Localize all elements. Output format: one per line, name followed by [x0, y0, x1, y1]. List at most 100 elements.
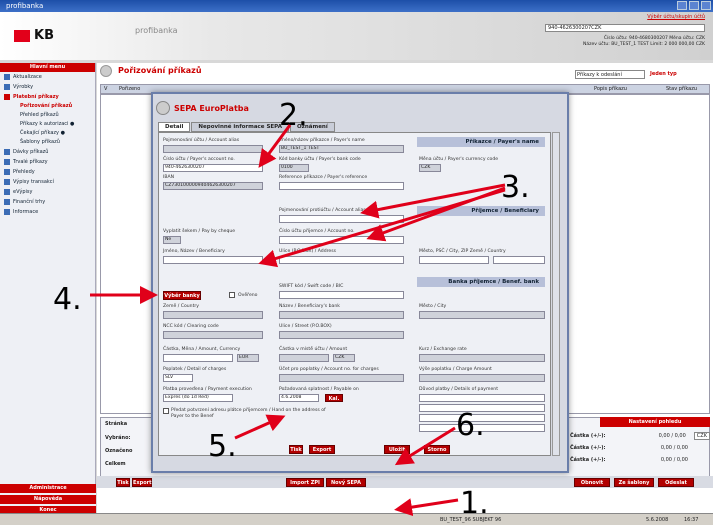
benef-alias-field[interactable] [279, 215, 404, 223]
payer-currency-field[interactable]: CZK [419, 164, 441, 172]
close-icon[interactable] [701, 1, 711, 10]
execution-select[interactable]: Expres (do 1d Red) [163, 394, 233, 402]
sidebar-item-trvale[interactable]: Trvalé příkazy [0, 157, 95, 167]
benef-address-field[interactable] [279, 256, 404, 264]
rate-field[interactable] [419, 354, 545, 362]
payment-details-1[interactable] [419, 394, 545, 402]
charges-account-field[interactable] [279, 374, 404, 382]
dialog-cancel-button[interactable]: Storno [424, 445, 450, 454]
forward-address-checkbox[interactable] [163, 408, 169, 414]
filter-link[interactable]: Jeden typ [650, 71, 677, 77]
account-alias-label: Pojmenování účtu / Account alias [163, 138, 240, 143]
bank-city-label: Město / City [419, 304, 447, 309]
account-info: Výběr účtu/skupin účtů [647, 14, 705, 21]
account-selector-label[interactable]: Výběr účtu/skupin účtů [647, 14, 705, 21]
sidebar-item-financni-trhy[interactable]: Finanční trhy [0, 197, 95, 207]
sidebar-item-platebni-prikazy[interactable]: Platební příkazy [0, 92, 95, 102]
sidebar-item-informace[interactable]: Informace [0, 207, 95, 217]
window-title: profibanka [6, 2, 44, 10]
summary-page: Stránka [105, 421, 128, 427]
tab-detail[interactable]: Detail [158, 122, 191, 132]
account-select[interactable]: 940-4626300207CZK [545, 24, 705, 32]
dialog-scrollbar[interactable] [552, 132, 560, 456]
order-filter-select[interactable]: Příkazy k odeslání [575, 70, 645, 79]
local-currency-field[interactable]: CZK [333, 354, 355, 362]
payment-details-label: Důvod platby / Details of payment [419, 387, 499, 392]
benef-account-field[interactable] [279, 236, 404, 244]
sidebar-item-label: Trvalé příkazy [13, 159, 48, 165]
charges-field[interactable]: SLV [163, 374, 193, 382]
benef-country-field[interactable] [493, 256, 545, 264]
print-button[interactable]: Tisk [116, 478, 130, 487]
maximize-icon[interactable] [689, 1, 699, 10]
bank-street-field[interactable] [279, 331, 404, 339]
sidebar-item-vyrobky[interactable]: Výrobky [0, 82, 95, 92]
tab-optional-sepa[interactable]: Nepovinné informace SEPA [191, 122, 289, 132]
iban-field[interactable]: CZ7301000009404626300207 [163, 182, 263, 190]
sidebar-item-evypisy[interactable]: eVýpisy [0, 187, 95, 197]
sidebar-item-vypisy[interactable]: Výpisy transakcí [0, 177, 95, 187]
benef-name-field[interactable] [163, 256, 263, 264]
col-state[interactable]: Stav příkazu [666, 86, 697, 92]
sidebar-sub-prehled[interactable]: Přehled příkazů [0, 111, 95, 120]
charge-amount-field[interactable] [419, 374, 545, 382]
sidebar-item-aktualizace[interactable]: Aktualizace [0, 72, 95, 82]
cheque-field[interactable]: Ne [163, 236, 181, 244]
summary-row-label: Částka (+/-): [570, 433, 606, 439]
sidebar-item-label: Aktualizace [13, 74, 42, 80]
payer-account-field[interactable]: 940-4626300207 [163, 164, 263, 172]
sidebar-item-label: eVýpisy [13, 189, 33, 195]
local-amount-field[interactable] [279, 354, 329, 362]
ncc-field[interactable] [163, 331, 263, 339]
import-zpi-button[interactable]: Import ZPI [286, 478, 324, 487]
amount-currency-field[interactable]: EUR [237, 354, 259, 362]
status-date: 5.6.2008 [646, 517, 669, 523]
swift-field[interactable] [279, 291, 404, 299]
dialog-save-button[interactable]: Uložit [384, 445, 410, 454]
kb-logo: KB [34, 28, 54, 43]
payer-bank-field[interactable]: 0100 [279, 164, 309, 172]
sidebar-sub-sablony[interactable]: Šablony příkazů [0, 138, 95, 147]
sidebar-item-davky[interactable]: Dávky příkazů [0, 147, 95, 157]
sidebar-administrace[interactable]: Administrace [0, 484, 96, 493]
export-button[interactable]: Export [132, 478, 152, 487]
payer-account-label: Číslo účtu / Payer's account no. [163, 157, 235, 162]
beneficiary-section: Příjemce / Beneficiary [417, 206, 545, 216]
payable-date-field[interactable]: 4.6.2008 [279, 394, 319, 402]
dialog-export-button[interactable]: Export [309, 445, 335, 454]
sidebar-item-label: Výpisy transakcí [13, 179, 54, 185]
payer-ref-field[interactable] [279, 182, 404, 190]
sidebar-item-label: Informace [13, 209, 39, 215]
col-type[interactable]: Popis příkazu [594, 86, 627, 92]
sidebar-sub-cekajici[interactable]: Čekající příkazy ● [0, 129, 95, 138]
payer-name-field[interactable]: BU_TEST_1 TEST [279, 145, 404, 153]
bank-name-field[interactable] [279, 311, 404, 319]
send-button[interactable]: Odeslat [658, 478, 694, 487]
sidebar-sub-autorizace[interactable]: Příkazy k autorizaci ● [0, 120, 95, 129]
summary-row-label: Částka (+/-): [570, 457, 606, 463]
calendar-button[interactable]: Kal. [325, 394, 343, 402]
minimize-icon[interactable] [677, 1, 687, 10]
summary-marked: Označeno [105, 448, 133, 454]
sidebar-item-prehledy[interactable]: Přehledy [0, 167, 95, 177]
new-sepa-button[interactable]: Nový SEPA [326, 478, 366, 487]
payer-name-label: Jméno/název příkazce / Payer's name [279, 138, 365, 143]
verified-checkbox[interactable] [229, 292, 235, 298]
dialog-tabs: Detail Nepovinné informace SEPA Oznámení [158, 122, 336, 132]
col-v[interactable]: V [104, 86, 107, 92]
bank-country-field[interactable] [163, 311, 263, 319]
bank-city-field[interactable] [419, 311, 545, 319]
sidebar-sub-porizovani[interactable]: Pořizování příkazů [0, 102, 95, 111]
sidebar-napoveda[interactable]: Nápověda [0, 495, 96, 504]
refresh-button[interactable]: Obnovit [574, 478, 610, 487]
account-alias-field[interactable] [163, 145, 263, 153]
col-date[interactable]: Pořizeno [119, 86, 140, 92]
amount-field[interactable] [163, 354, 233, 362]
view-settings[interactable]: Nastavení pohledu [600, 417, 710, 427]
currency-select[interactable]: CZK [693, 432, 710, 440]
dialog-print-button[interactable]: Tisk [289, 445, 303, 454]
benef-city-field[interactable] [419, 256, 489, 264]
select-bank-button[interactable]: Výběr banky [163, 291, 201, 300]
rate-label: Kurz / Exchange rate [419, 347, 467, 352]
from-template-button[interactable]: Ze šablony [614, 478, 654, 487]
